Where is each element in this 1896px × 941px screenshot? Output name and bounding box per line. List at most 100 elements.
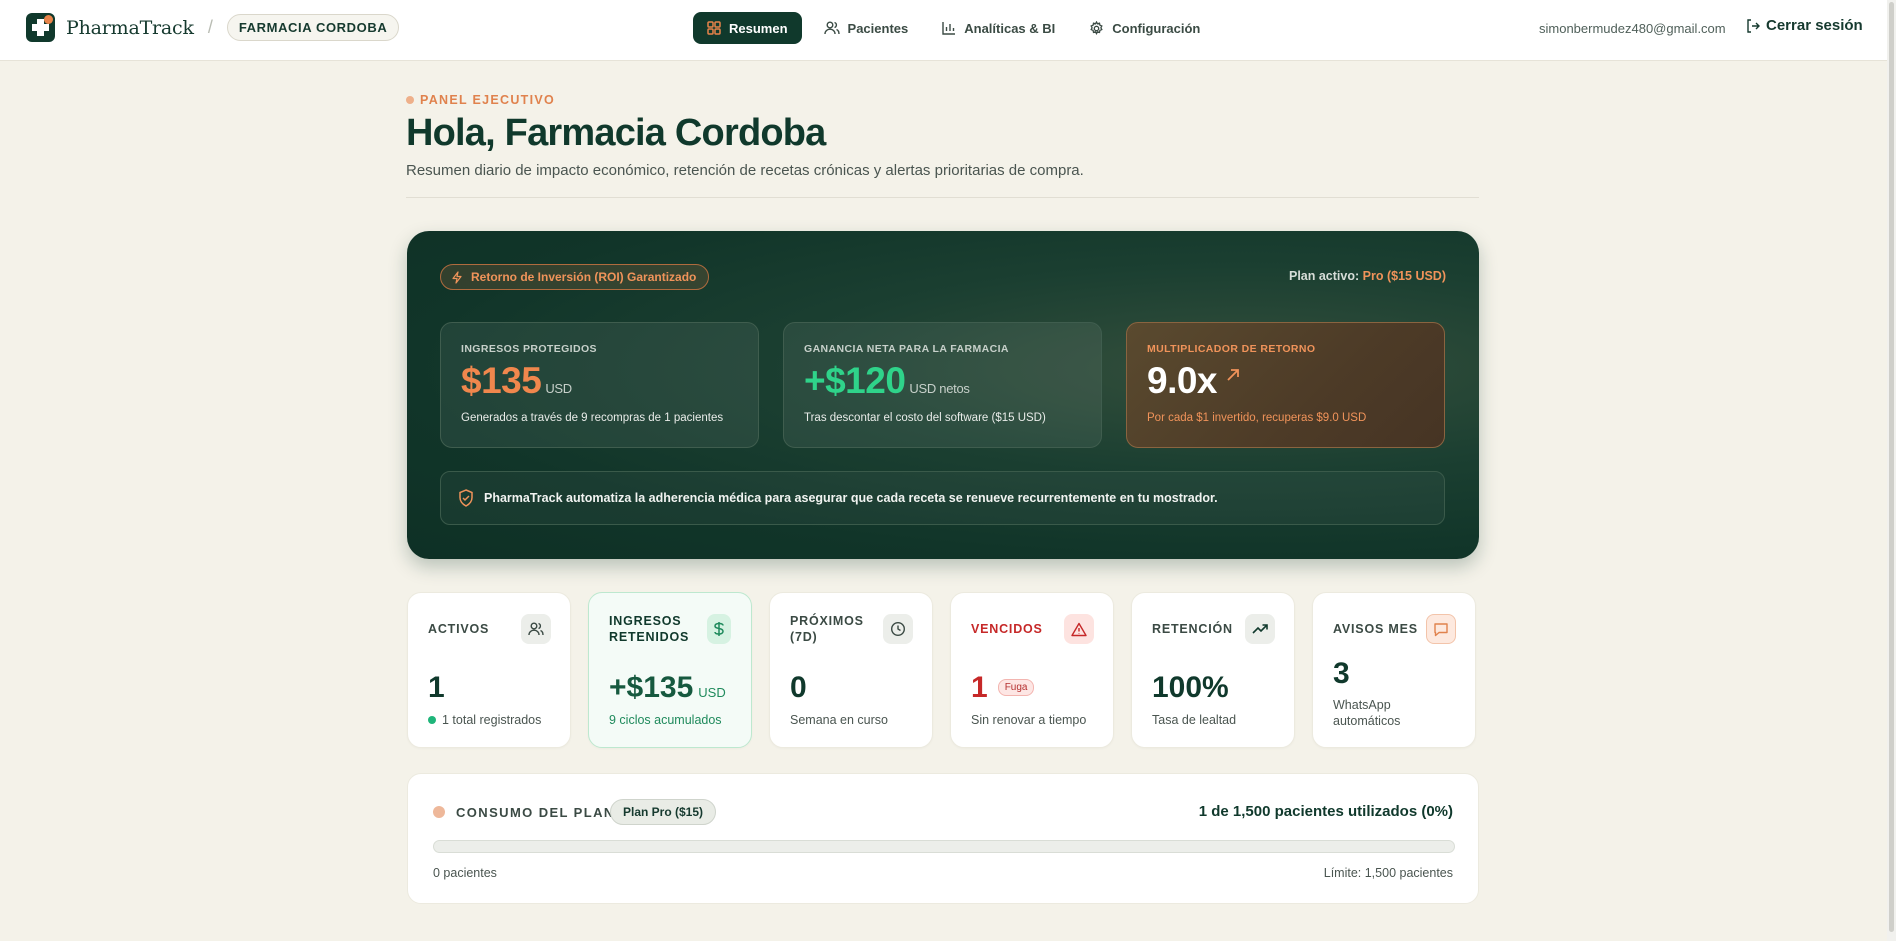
- stat-subtext: WhatsApp automáticos: [1333, 697, 1400, 729]
- status-dot: [428, 716, 436, 724]
- nav-analiticas[interactable]: Analíticas & BI: [930, 12, 1067, 44]
- plan-usage-card: CONSUMO DEL PLAN Plan Pro ($15) 1 de 1,5…: [407, 773, 1479, 904]
- stat-card-ingresos-retenidos[interactable]: INGRESOS RETENIDOS +$135 USD 9 ciclos ac…: [588, 592, 752, 748]
- stat-label: VENCIDOS: [971, 622, 1043, 636]
- stat-label: PRÓXIMOS (7D): [790, 613, 864, 645]
- kpi-unit: USD: [545, 381, 572, 396]
- roi-badge: Retorno de Inversión (ROI) Garantizado: [440, 264, 710, 290]
- kpi-ingresos-protegidos: INGRESOS PROTEGIDOS $135 USD Generados a…: [440, 322, 759, 448]
- stat-sub-text: 1 total registrados: [442, 713, 542, 727]
- stat-label: ACTIVOS: [428, 622, 490, 636]
- stat-value-number: +$135: [609, 671, 694, 704]
- usage-indicator-dot: [433, 806, 445, 818]
- active-plan-prefix: Plan activo:: [1288, 269, 1360, 283]
- dollar-icon: [707, 614, 731, 644]
- usage-progress-bar: [433, 840, 1455, 853]
- page-scrollbar[interactable]: [1887, 0, 1896, 941]
- clock-icon: [883, 614, 913, 644]
- main-nav: Resumen Pacientes Analíticas & BI Config…: [693, 12, 1222, 44]
- bar-chart-icon: [942, 22, 956, 35]
- stat-sub-line: WhatsApp: [1333, 698, 1391, 712]
- stat-unit: USD: [698, 685, 726, 700]
- stat-value-number: 3: [1333, 657, 1350, 690]
- logout-button[interactable]: Cerrar sesión: [1746, 17, 1863, 34]
- kpi-note: Tras descontar el costo del software ($1…: [804, 412, 1046, 424]
- stat-subtext: 1 total registrados: [428, 713, 541, 727]
- stat-sub-line: automáticos: [1333, 714, 1401, 728]
- kpi-label: MULTIPLICADOR DE RETORNO: [1147, 343, 1316, 355]
- stat-value: 0: [790, 671, 807, 705]
- stat-value-number: 0: [790, 671, 807, 704]
- stat-value: 100%: [1152, 671, 1229, 705]
- stat-label-line: RETENIDOS: [609, 630, 690, 644]
- stat-label-line: PRÓXIMOS: [790, 614, 864, 628]
- logout-icon: [1747, 18, 1760, 33]
- stat-card-activos[interactable]: ACTIVOS 1 1 total registrados: [407, 592, 571, 748]
- logout-label: Cerrar sesión: [1766, 17, 1863, 34]
- stat-label-line: (7D): [790, 630, 818, 644]
- kpi-label: GANANCIA NETA PARA LA FARMACIA: [804, 343, 1009, 355]
- stat-sub-text: Tasa de lealtad: [1152, 713, 1237, 727]
- stat-card-retencion[interactable]: RETENCIÓN 100% Tasa de lealtad: [1131, 592, 1295, 748]
- shield-check-icon: [459, 489, 473, 507]
- roi-badge-label: Retorno de Inversión (ROI) Garantizado: [471, 270, 697, 284]
- usage-count: 1 de 1,500 pacientes utilizados (0%): [1198, 803, 1453, 820]
- nav-label: Configuración: [1112, 20, 1201, 36]
- users-icon: [521, 614, 551, 644]
- lightning-icon: [452, 270, 462, 284]
- nav-resumen[interactable]: Resumen: [693, 12, 802, 44]
- usage-min-label: 0 pacientes: [433, 866, 497, 880]
- kpi-value: +$120: [804, 360, 906, 401]
- kpi-value: 9.0x: [1147, 360, 1218, 401]
- page-title: Hola, Farmacia Cordoba: [406, 112, 826, 154]
- stat-card-proximos[interactable]: PRÓXIMOS (7D) 0 Semana en curso: [769, 592, 933, 748]
- breadcrumb-separator: /: [207, 17, 213, 37]
- stat-sub-text: Sin renovar a tiempo: [971, 713, 1087, 727]
- kpi-value: $135: [461, 360, 542, 401]
- divider: [406, 197, 1479, 198]
- stat-sub-text: 9 ciclos acumulados: [609, 713, 722, 727]
- brand[interactable]: PharmaTrack / FARMACIA CORDOBA: [26, 13, 400, 42]
- organization-badge: FARMACIA CORDOBA: [226, 14, 400, 41]
- stat-value-number: 100%: [1152, 671, 1229, 704]
- eyebrow-text: PANEL EJECUTIVO: [420, 93, 556, 107]
- nav-label: Analíticas & BI: [964, 20, 1056, 36]
- stat-value: 3: [1333, 657, 1350, 691]
- user-email: simonbermudez480@gmail.com: [1539, 21, 1726, 36]
- brand-name: PharmaTrack: [66, 16, 194, 39]
- stat-value: 1 Fuga: [971, 671, 1035, 705]
- adherence-info-text: PharmaTrack automatiza la adherencia méd…: [484, 491, 1218, 505]
- trending-up-icon: [1245, 614, 1275, 644]
- page-eyebrow: PANEL EJECUTIVO: [406, 93, 555, 107]
- stat-value-number: 1: [971, 671, 988, 704]
- stat-value-number: 1: [428, 671, 445, 704]
- stat-value: +$135 USD: [609, 671, 726, 705]
- stat-label: RETENCIÓN: [1152, 622, 1233, 636]
- plan-badge[interactable]: Plan Pro ($15): [610, 799, 717, 825]
- stat-label: INGRESOS RETENIDOS: [609, 613, 689, 645]
- stat-card-avisos-mes[interactable]: AVISOS MES 3 WhatsApp automáticos: [1312, 592, 1476, 748]
- roi-panel: Retorno de Inversión (ROI) Garantizado P…: [407, 231, 1479, 559]
- arrow-up-right-icon: [1227, 369, 1239, 381]
- page-subtitle: Resumen diario de impacto económico, ret…: [406, 162, 1084, 179]
- stat-card-vencidos[interactable]: VENCIDOS 1 Fuga Sin renovar a tiempo: [950, 592, 1114, 748]
- users-icon: [823, 21, 840, 35]
- usage-max-label: Límite: 1,500 pacientes: [1323, 866, 1453, 880]
- fuga-badge: Fuga: [997, 679, 1035, 696]
- gear-icon: [1090, 20, 1103, 35]
- stat-label: AVISOS MES: [1333, 622, 1418, 636]
- kpi-label: INGRESOS PROTEGIDOS: [461, 343, 597, 355]
- kpi-unit: USD netos: [909, 381, 970, 396]
- kpi-note: Generados a través de 9 recompras de 1 p…: [461, 412, 724, 424]
- kpi-note: Por cada $1 invertido, recuperas $9.0 US…: [1147, 412, 1367, 424]
- top-header: PharmaTrack / FARMACIA CORDOBA Resumen P…: [0, 0, 1896, 61]
- active-plan: Plan activo: Pro ($15 USD): [1289, 269, 1446, 283]
- message-icon: [1426, 614, 1456, 644]
- nav-label: Pacientes: [847, 20, 909, 36]
- nav-pacientes[interactable]: Pacientes: [812, 12, 921, 44]
- stat-value: 1: [428, 671, 445, 705]
- adherence-info: PharmaTrack automatiza la adherencia méd…: [440, 471, 1445, 525]
- nav-configuracion[interactable]: Configuración: [1077, 12, 1212, 44]
- usage-title: CONSUMO DEL PLAN: [456, 805, 615, 820]
- pharmacy-cross-logo-icon: [26, 13, 55, 42]
